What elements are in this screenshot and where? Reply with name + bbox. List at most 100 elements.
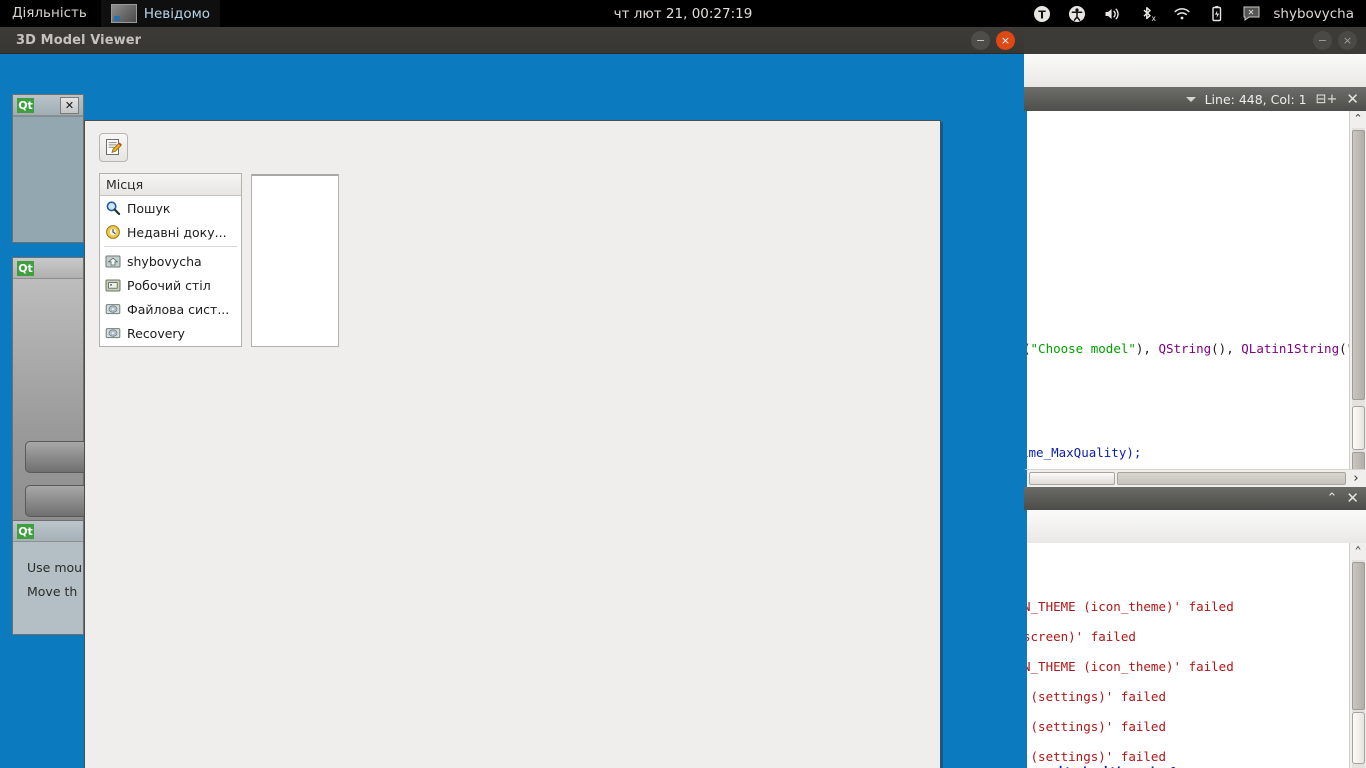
ide-minimize-button[interactable]: − bbox=[1313, 31, 1332, 50]
qt-logo-icon: Qt bbox=[17, 98, 34, 113]
sidebar-item-filesystem[interactable]: Файлова сист... bbox=[100, 297, 241, 321]
places-sidebar: Місця Пошук Недавні доку... shybovycha Р… bbox=[99, 173, 242, 347]
file-dialog: Місця Пошук Недавні доку... shybovycha Р… bbox=[84, 120, 941, 768]
editor-scroll-thumb-lower[interactable] bbox=[1351, 452, 1365, 469]
ide-window-controls: − × bbox=[1313, 31, 1357, 50]
model-viewer-window: 3D Model Viewer − × Qt ✕ Qt Qt Use mou M… bbox=[0, 27, 1024, 768]
collapse-panel-icon[interactable]: ⌃ bbox=[1327, 491, 1338, 506]
close-panel-icon[interactable]: ✕ bbox=[1346, 491, 1359, 506]
console-line: screen)' failed bbox=[1024, 629, 1136, 644]
sidebar-item-label: Файлова сист... bbox=[127, 301, 230, 317]
qt-window-2[interactable]: Qt bbox=[12, 257, 103, 532]
window-controls: − × bbox=[971, 31, 1015, 50]
home-folder-icon bbox=[105, 255, 121, 268]
battery-charging-icon[interactable] bbox=[1208, 5, 1226, 23]
console-scroll-thumb-upper[interactable] bbox=[1351, 562, 1365, 710]
chevron-down-icon[interactable] bbox=[1185, 96, 1196, 102]
console-exit-line: ne exited with code 0 bbox=[1027, 764, 1177, 768]
editor-vertical-scrollbar[interactable]: ⌃ ⌄ bbox=[1349, 111, 1366, 469]
console-line: N_THEME (icon_theme)' failed bbox=[1024, 659, 1234, 674]
qt-logo-icon: Qt bbox=[17, 524, 34, 539]
model-viewer-canvas[interactable]: Qt ✕ Qt Qt Use mou Move th Місця Пошук Н… bbox=[0, 54, 1024, 768]
desktop-folder-icon bbox=[105, 279, 121, 292]
editor-scroll-thumb[interactable] bbox=[1351, 406, 1365, 450]
code-line-2: ime_MaxQuality); bbox=[1024, 445, 1142, 460]
code-line-1: ("Choose model"), QString(), QLatin1Stri… bbox=[1027, 341, 1362, 356]
output-panel-toolbar bbox=[1024, 510, 1366, 543]
svg-text:x: x bbox=[1152, 14, 1157, 23]
sidebar-item-desktop[interactable]: Робочий стіл bbox=[100, 273, 241, 297]
qt-logo-icon: Qt bbox=[17, 261, 34, 276]
scroll-up-arrow-icon[interactable]: ⌃ bbox=[1353, 111, 1362, 127]
hscroll-track[interactable] bbox=[1117, 472, 1346, 485]
file-dialog-toolbar bbox=[85, 121, 940, 162]
svg-text:T: T bbox=[1039, 8, 1047, 21]
console-output[interactable]: N_THEME (icon_theme)' failed screen)' fa… bbox=[1024, 543, 1366, 768]
editor-scroll-thumb-upper[interactable] bbox=[1351, 130, 1365, 400]
console-scroll-thumb[interactable] bbox=[1351, 712, 1365, 764]
console-scroll-up-arrow-icon[interactable]: ⌃ bbox=[1355, 543, 1362, 559]
new-folder-icon[interactable] bbox=[99, 133, 128, 162]
ide-close-button[interactable]: × bbox=[1338, 31, 1357, 50]
qt-hint-line-2: Move th bbox=[27, 584, 78, 599]
bluetooth-disabled-icon[interactable]: x bbox=[1138, 5, 1156, 23]
console-scroll-track[interactable] bbox=[1351, 560, 1365, 768]
user-menu[interactable]: shybovycha bbox=[1273, 6, 1354, 22]
accessibility-icon[interactable] bbox=[1068, 5, 1086, 23]
hscroll-thumb[interactable] bbox=[1029, 472, 1115, 485]
sidebar-item-label: Recovery bbox=[127, 325, 185, 341]
editor-scroll-track[interactable] bbox=[1351, 128, 1365, 469]
minimize-button[interactable]: − bbox=[971, 31, 990, 50]
qt-window-2-titlebar[interactable]: Qt bbox=[13, 258, 83, 279]
qt-window-3-body: Use mou Move th bbox=[13, 542, 83, 634]
text-entry-icon[interactable]: T bbox=[1033, 5, 1051, 23]
editor-cursor-position: Line: 448, Col: 1 bbox=[1204, 91, 1307, 107]
svg-text:✕: ✕ bbox=[1248, 8, 1255, 17]
sidebar-item-label: Недавні доку... bbox=[127, 224, 227, 240]
qt-window-3[interactable]: Qt Use mou Move th bbox=[12, 520, 84, 635]
page-title: 3D Model Viewer bbox=[16, 32, 142, 48]
sidebar-item-home[interactable]: shybovycha bbox=[100, 249, 241, 273]
split-editor-icon[interactable]: ⊟+ bbox=[1316, 92, 1338, 107]
search-icon bbox=[106, 201, 121, 216]
qt-hint-line-1: Use mou bbox=[27, 560, 83, 575]
model-viewer-titlebar[interactable]: 3D Model Viewer − × bbox=[0, 27, 1024, 54]
qt-window-1-close-button[interactable]: ✕ bbox=[60, 97, 79, 114]
drive-icon bbox=[105, 304, 121, 315]
console-line: (settings)' failed bbox=[1024, 689, 1166, 704]
file-list-pane[interactable] bbox=[251, 174, 339, 347]
volume-icon[interactable] bbox=[1103, 5, 1121, 23]
qt-window-1-titlebar[interactable]: Qt ✕ bbox=[13, 95, 83, 116]
qt-window-1[interactable]: Qt ✕ bbox=[12, 94, 84, 243]
ide-titlebar[interactable]: − × bbox=[1024, 27, 1366, 54]
sidebar-item-recent[interactable]: Недавні доку... bbox=[100, 220, 241, 244]
editor-horizontal-scrollbar[interactable]: › bbox=[1024, 469, 1366, 487]
console-line: (settings)' failed bbox=[1024, 719, 1166, 734]
qt-window-2-body bbox=[13, 279, 103, 531]
system-tray: T x ✕ shybovycha bbox=[1033, 0, 1366, 27]
console-line: N_THEME (icon_theme)' failed bbox=[1024, 599, 1234, 614]
sidebar-item-label: Робочий стіл bbox=[127, 277, 211, 293]
ide-window: − × Line: 448, Col: 1 ⊟+ ✕ ("Choose mode… bbox=[1024, 27, 1366, 768]
sidebar-item-recovery[interactable]: Recovery bbox=[100, 321, 241, 345]
sidebar-separator bbox=[104, 246, 237, 247]
qt-window-3-titlebar[interactable]: Qt bbox=[13, 521, 83, 542]
sidebar-item-label: shybovycha bbox=[127, 253, 202, 269]
close-editor-icon[interactable]: ✕ bbox=[1346, 91, 1359, 107]
close-button[interactable]: × bbox=[996, 31, 1015, 50]
drive-icon bbox=[105, 328, 121, 339]
file-dialog-panes: Місця Пошук Недавні доку... shybovycha Р… bbox=[85, 162, 940, 347]
activities-button[interactable]: Діяльність bbox=[0, 0, 101, 27]
hscroll-right-arrow-icon[interactable]: › bbox=[1346, 471, 1366, 486]
window-list-item[interactable]: Невідомо bbox=[100, 0, 221, 27]
recent-documents-icon bbox=[106, 225, 120, 239]
output-panel-header: ⌃ ✕ bbox=[1024, 487, 1366, 510]
code-editor[interactable]: ("Choose model"), QString(), QLatin1Stri… bbox=[1024, 111, 1366, 469]
gnome-top-bar: Діяльність Невідомо чт лют 21, 00:27:19 … bbox=[0, 0, 1366, 27]
sidebar-item-search[interactable]: Пошук bbox=[100, 196, 241, 220]
editor-status-bar: Line: 448, Col: 1 ⊟+ ✕ bbox=[1024, 87, 1366, 111]
console-vertical-scrollbar[interactable]: ⌃ bbox=[1349, 543, 1366, 768]
console-line: (settings)' failed bbox=[1024, 749, 1166, 764]
wifi-icon[interactable] bbox=[1173, 5, 1191, 23]
messages-icon[interactable]: ✕ bbox=[1243, 6, 1260, 21]
